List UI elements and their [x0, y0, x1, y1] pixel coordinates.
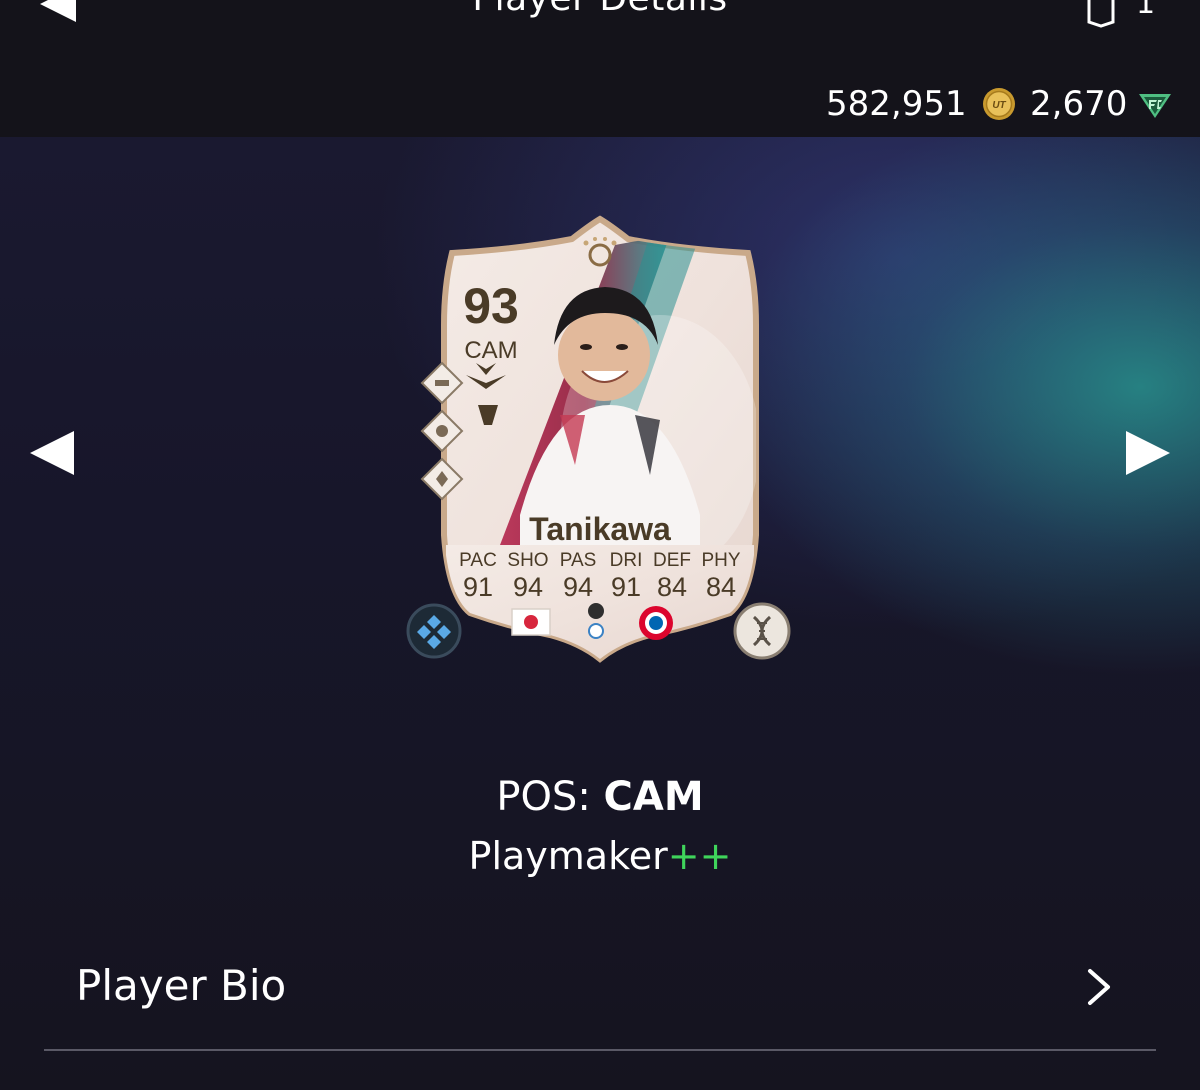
- stat-phy: PHY 84: [697, 550, 745, 602]
- stat-dri: DRI 91: [602, 550, 650, 602]
- stat-sho: SHO 94: [504, 550, 552, 602]
- fc-points-icon: [1139, 94, 1172, 118]
- position-line: POS: CAM: [0, 773, 1200, 821]
- position-value: CAM: [603, 774, 704, 820]
- role-suffix: ++: [667, 834, 732, 878]
- top-bar: Player Details 1 582,951 UT 2,670: [0, 0, 1200, 137]
- player-stage: 93 CAM Tanikawa PAC 91 SHO 94 PAS 94 DRI…: [0, 137, 1200, 1090]
- stat-label: PAC: [459, 550, 497, 571]
- stat-value: 91: [610, 572, 642, 602]
- chevron-right-icon: [1088, 969, 1110, 1005]
- coin-icon: UT: [982, 88, 1015, 120]
- next-player-arrow-icon[interactable]: [1126, 431, 1170, 475]
- card-rating: 93: [463, 278, 519, 334]
- role-line: Playmaker++: [0, 833, 1200, 879]
- fc-points-value: 2,670: [1030, 84, 1128, 124]
- card-position: CAM: [464, 337, 518, 364]
- stat-label: DEF: [653, 550, 691, 571]
- coin-label: UT: [992, 100, 1006, 111]
- coins-value: 582,951: [826, 84, 967, 124]
- player-bio-row[interactable]: Player Bio: [44, 939, 1156, 1051]
- player-card[interactable]: 93 CAM Tanikawa PAC 91 SHO 94 PAS 94 DRI…: [400, 215, 800, 665]
- stat-label: PHY: [701, 550, 741, 571]
- stat-label: SHO: [507, 550, 549, 571]
- player-info: POS: CAM Playmaker++: [0, 773, 1200, 879]
- position-label: POS:: [496, 774, 591, 820]
- fc-points-balance: 2,670: [1030, 82, 1173, 126]
- evolution-badge-icon[interactable]: [406, 603, 462, 659]
- stat-pac: PAC 91: [454, 550, 502, 602]
- role-name: Playmaker: [468, 834, 668, 878]
- stat-def: DEF 84: [648, 550, 696, 602]
- page-title: Player Details: [0, 0, 1200, 19]
- stat-value: 91: [462, 572, 494, 602]
- card-player-name: Tanikawa: [529, 511, 671, 547]
- stat-value: 84: [656, 572, 688, 602]
- previous-player-arrow-icon[interactable]: [30, 431, 74, 475]
- player-bio-label: Player Bio: [76, 961, 287, 1010]
- stat-pas: PAS 94: [554, 550, 602, 602]
- chemistry-style-icon[interactable]: [732, 601, 792, 661]
- stat-value: 94: [562, 572, 594, 602]
- coins-balance: 582,951 UT: [826, 82, 1017, 126]
- stat-value: 84: [705, 572, 737, 602]
- pack-icon[interactable]: [1086, 0, 1116, 28]
- stat-label: PAS: [559, 550, 597, 571]
- stat-label: DRI: [609, 550, 643, 571]
- pack-count: 1: [1136, 0, 1156, 21]
- stat-value: 94: [512, 572, 544, 602]
